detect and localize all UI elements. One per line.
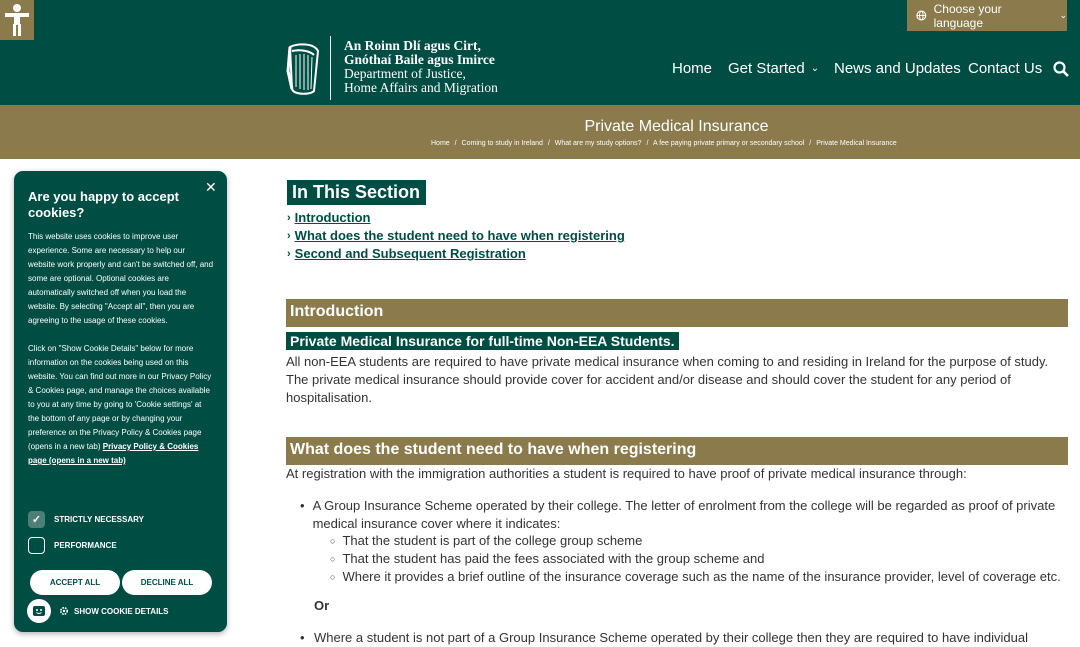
language-selector[interactable]: Choose your language ⌄: [907, 0, 1067, 31]
strictly-necessary-option: ✓ STRICTLY NECESSARY: [28, 511, 144, 528]
search-icon[interactable]: [1053, 61, 1069, 77]
nav-home[interactable]: Home: [672, 31, 712, 105]
cookie-consent-panel: ✕ Are you happy to accept cookies? This …: [14, 171, 227, 632]
nav-contact[interactable]: Contact Us: [968, 31, 1042, 105]
cookie-paragraph-2: Click on "Show Cookie Details" below for…: [28, 342, 214, 468]
breadcrumb-separator: /: [646, 140, 649, 147]
breadcrumb-study-options[interactable]: What are my study options?: [555, 140, 642, 147]
page-title: Private Medical Insurance: [584, 118, 769, 135]
section-link-introduction[interactable]: Introduction: [295, 209, 371, 227]
in-this-section-heading: In This Section: [287, 180, 427, 205]
department-name[interactable]: An Roinn Dlí agus Cirt, Gnóthaí Baile ag…: [344, 39, 498, 95]
list-item: ○ Where it provides a brief outline of t…: [330, 568, 1061, 586]
breadcrumb-coming-to-study[interactable]: Coming to study in Ireland: [462, 140, 543, 147]
chevron-right-icon: ›: [287, 212, 291, 224]
smiley-icon: [33, 606, 45, 616]
breadcrumb-separator: /: [547, 140, 550, 147]
section-link-registering[interactable]: What does the student need to have when …: [295, 227, 625, 245]
cookie-settings-icon[interactable]: [27, 599, 51, 623]
bullet-icon: •: [300, 498, 305, 513]
registering-heading: What does the student need to have when …: [286, 437, 1068, 465]
gear-icon: [59, 606, 69, 616]
accessibility-button[interactable]: [0, 0, 34, 40]
nav-get-started[interactable]: Get Started ⌄: [728, 31, 819, 105]
nav-news-label: News and Updates: [834, 59, 961, 77]
section-link-row: › Second and Subsequent Registration: [287, 245, 625, 263]
circle-bullet-icon: ○: [330, 536, 336, 546]
nav-contact-label: Contact Us: [968, 59, 1043, 77]
breadcrumb-separator: /: [454, 140, 457, 147]
strictly-necessary-checkbox[interactable]: ✓: [28, 511, 45, 528]
section-link-row: › What does the student need to have whe…: [287, 227, 625, 245]
breadcrumb-home[interactable]: Home: [431, 140, 450, 147]
circle-bullet-icon: ○: [330, 554, 336, 564]
chevron-right-icon: ›: [287, 248, 291, 260]
show-cookie-details-label: SHOW COOKIE DETAILS: [74, 606, 169, 616]
breadcrumb-separator: /: [809, 140, 812, 147]
section-link-row: › Introduction: [287, 209, 625, 227]
list-item: ○ That the student is part of the colleg…: [330, 532, 1061, 550]
list-item-text: A Group Insurance Scheme operated by the…: [312, 498, 1056, 531]
list-item-text: Where a student is not part of a Group I…: [314, 630, 1028, 645]
accessibility-icon: [5, 4, 29, 36]
cookie-description: This website uses cookies to improve use…: [28, 230, 214, 482]
department-name-english-2: Home Affairs and Migration: [344, 80, 498, 95]
language-label: Choose your language: [933, 1, 1002, 30]
chevron-right-icon: ›: [287, 230, 291, 242]
list-item: ○ That the student has paid the fees ass…: [330, 550, 1061, 568]
breadcrumb: Home / Coming to study in Ireland / What…: [431, 140, 900, 147]
check-icon: ✓: [31, 514, 42, 526]
nav-get-started-label: Get Started: [728, 59, 805, 77]
page-title-band: Private Medical Insurance Home / Coming …: [0, 105, 1080, 159]
introduction-heading: Introduction: [286, 299, 1068, 327]
registering-paragraph: At registration with the immigration aut…: [286, 466, 967, 481]
site-header: An Roinn Dlí agus Cirt, Gnóthaí Baile ag…: [0, 31, 1080, 105]
cookie-paragraph-1: This website uses cookies to improve use…: [28, 232, 214, 325]
accept-all-button[interactable]: ACCEPT ALL: [30, 570, 120, 595]
list-item-text: That the student is part of the college …: [342, 533, 643, 548]
strictly-necessary-label: STRICTLY NECESSARY: [54, 515, 144, 524]
globe-icon: [916, 10, 927, 21]
sub-list: ○ That the student is part of the colleg…: [330, 532, 1061, 586]
bullet-icon: •: [300, 630, 305, 645]
nav-news[interactable]: News and Updates: [834, 31, 961, 105]
performance-option: PERFORMANCE: [28, 537, 117, 554]
performance-checkbox[interactable]: [28, 537, 45, 554]
close-icon[interactable]: ✕: [205, 179, 217, 196]
breadcrumb-current: Private Medical Insurance: [816, 140, 897, 147]
list-item: • A Group Insurance Scheme operated by t…: [300, 497, 1068, 533]
department-name-irish-2: Gnóthaí Baile agus Imirce: [344, 52, 495, 67]
decline-all-button[interactable]: DECLINE ALL: [122, 570, 212, 595]
section-links: › Introduction › What does the student n…: [287, 209, 625, 263]
logo-divider: [330, 36, 331, 100]
department-name-english-1: Department of Justice,: [344, 66, 466, 81]
nav-home-label: Home: [672, 59, 713, 77]
chevron-down-icon: ⌄: [810, 62, 820, 74]
breadcrumb-private-school[interactable]: A fee paying private primary or secondar…: [653, 140, 804, 147]
show-cookie-details-button[interactable]: SHOW COOKIE DETAILS: [59, 606, 169, 616]
introduction-paragraph: All non-EEA students are required to hav…: [286, 354, 1049, 405]
harp-logo-icon[interactable]: [284, 41, 322, 97]
list-item: • Where a student is not part of a Group…: [300, 629, 1068, 647]
performance-label: PERFORMANCE: [54, 541, 117, 550]
list-item-text: That the student has paid the fees assoc…: [342, 551, 765, 566]
section-link-second-registration[interactable]: Second and Subsequent Registration: [295, 245, 526, 263]
cookie-title: Are you happy to accept cookies?: [28, 189, 179, 220]
list-item-text: Where it provides a brief outline of the…: [342, 569, 1061, 584]
department-name-irish-1: An Roinn Dlí agus Cirt,: [344, 38, 481, 53]
chevron-down-icon: ⌄: [1059, 10, 1067, 20]
cookie-paragraph-2-text: Click on "Show Cookie Details" below for…: [28, 344, 212, 451]
introduction-subheading: Private Medical Insurance for full-time …: [286, 332, 679, 350]
or-separator: Or: [314, 598, 330, 613]
circle-bullet-icon: ○: [330, 572, 336, 582]
